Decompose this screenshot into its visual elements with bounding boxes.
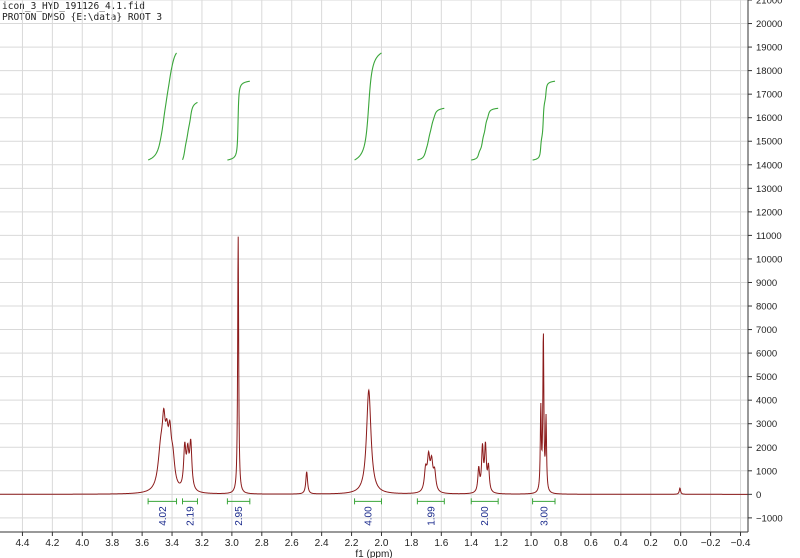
x-tick-label: 2.6	[285, 538, 299, 549]
y-tick-label: 5000	[756, 372, 777, 383]
integral-curve	[471, 107, 499, 161]
y-tick-label: 2000	[756, 443, 777, 454]
y-tick-label: 0	[756, 490, 761, 501]
y-tick-label: 14000	[756, 160, 782, 171]
y-tick-label: 9000	[756, 278, 777, 289]
y-tick-label: 4000	[756, 396, 777, 407]
x-tick-label: 3.6	[135, 538, 149, 549]
y-tick-label: 8000	[756, 302, 777, 313]
x-tick-label: 1.6	[434, 538, 448, 549]
x-tick-label: 4.2	[45, 538, 59, 549]
x-tick-label: 2.0	[375, 538, 389, 549]
integral-curve	[417, 107, 445, 161]
peak-point	[163, 408, 164, 409]
grid	[0, 0, 748, 532]
x-tick-label: 2.2	[345, 538, 359, 549]
x-tick-label: 1.8	[404, 538, 418, 549]
x-tick-label: 0.4	[614, 538, 628, 549]
peak-point	[428, 451, 429, 452]
x-tick-label: 3.0	[225, 538, 239, 549]
x-tick-label: 0.2	[644, 538, 658, 549]
y-tick-label: 11000	[756, 231, 782, 242]
y-tick-label: 20000	[756, 19, 782, 30]
spectrum-window: icon_3_HYD_191126_4.1.fid PROTON DMSO {E…	[0, 0, 800, 558]
y-tick-label: 7000	[756, 325, 777, 336]
y-tick-label: 19000	[756, 43, 782, 54]
x-tick-label: 0.8	[554, 538, 568, 549]
peak-point	[169, 420, 170, 421]
peak-point	[425, 464, 426, 465]
x-tick-label: 1.2	[494, 538, 508, 549]
x-tick-label: −0.2	[701, 538, 721, 549]
peak-point	[679, 487, 680, 488]
y-tick-label: 3000	[756, 419, 777, 430]
x-tick-label: 0.0	[674, 538, 688, 549]
integral-value-label: 4.02	[158, 506, 169, 526]
peak-point	[160, 435, 161, 436]
x-tick-label: 1.4	[464, 538, 478, 549]
x-tick-label: 4.0	[75, 538, 89, 549]
integral-curve	[227, 80, 250, 161]
peak-point	[434, 467, 435, 468]
axes: f1 (ppm) 4.4 4.2 4.0 3.8 3.6 3.4 3.2 3.0 2.8 2.6 2…	[0, 0, 783, 558]
peak-point	[187, 443, 188, 444]
integral-value-label: 3.00	[539, 506, 550, 526]
peak-point	[540, 402, 541, 403]
peak-point	[545, 413, 546, 414]
peak-point	[482, 443, 483, 444]
x-tick-label: −0.4	[731, 538, 751, 549]
y-tick-label: 12000	[756, 207, 782, 218]
peak-point	[172, 445, 173, 446]
y-tick-label: 10000	[756, 254, 782, 265]
peak-point	[488, 462, 489, 463]
peak-point	[485, 441, 486, 442]
peak-point	[478, 465, 479, 466]
y-tick-label: 6000	[756, 349, 777, 360]
peak-point	[184, 441, 185, 442]
peak-point	[431, 455, 432, 456]
y-tick-label: 13000	[756, 184, 782, 195]
y-tick-label: 18000	[756, 66, 782, 77]
x-tick-label: 3.2	[195, 538, 209, 549]
integral-value-label: 4.00	[364, 506, 375, 526]
y-tick-label: 21000	[756, 0, 782, 7]
x-axis-title: f1 (ppm)	[355, 549, 392, 558]
peak-point	[543, 328, 544, 329]
x-tick-label: 2.8	[255, 538, 269, 549]
y-tick-label: 17000	[756, 90, 782, 101]
integral-curve	[532, 80, 556, 161]
y-tick-label: −1000	[756, 513, 783, 524]
x-tick-label: 0.6	[584, 538, 598, 549]
x-tick-label: 1.0	[524, 538, 538, 549]
integral-curve	[182, 101, 198, 161]
x-tick-label: 2.4	[315, 538, 329, 549]
peak-point	[368, 390, 369, 391]
peak-point	[238, 234, 239, 235]
integral-value-label: 2.19	[185, 506, 196, 526]
x-tick-label: 3.4	[165, 538, 179, 549]
y-tick-label: 16000	[756, 113, 782, 124]
integral-value-label: 2.00	[480, 506, 491, 526]
peak-point	[306, 471, 307, 472]
peak-point	[166, 418, 167, 419]
x-tick-label: 4.4	[15, 538, 29, 549]
integral-value-label: 1.99	[426, 506, 437, 526]
nmr-spectrum-chart[interactable]: 4.02 2.19 2.95 4.00 1.99 2.00 3.00 f1 (ppm) 4.…	[0, 0, 800, 558]
integral-curve	[354, 52, 382, 161]
y-tick-label: 1000	[756, 466, 777, 477]
peak-point	[190, 438, 191, 439]
integral-value-label: 2.95	[234, 506, 245, 526]
x-tick-label: 3.8	[105, 538, 119, 549]
y-tick-label: 15000	[756, 137, 782, 148]
